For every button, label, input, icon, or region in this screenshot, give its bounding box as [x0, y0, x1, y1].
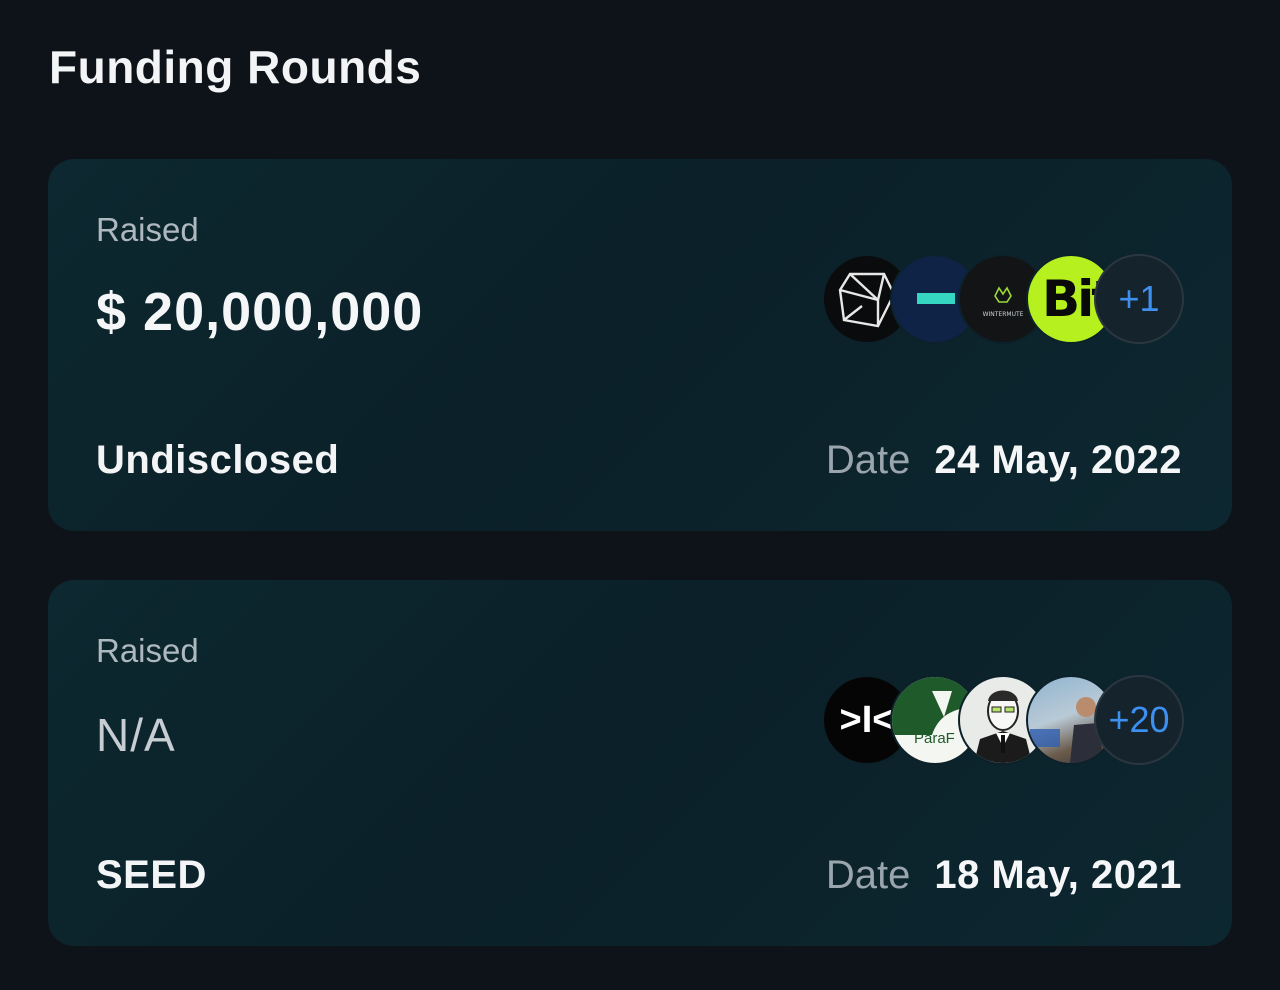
raised-label: Raised — [96, 211, 199, 248]
raised-amount: N/A — [96, 709, 176, 761]
date-label: Date — [825, 853, 911, 897]
wintermute-logo-text: WINTERMUTE — [983, 311, 1024, 318]
investor-avatar-group[interactable]: >I< ParaF +20 — [822, 675, 1184, 765]
date-value: 18 May, 2021 — [934, 853, 1182, 897]
page-title: Funding Rounds — [49, 41, 422, 93]
round-type: SEED — [96, 853, 207, 897]
paraf-logo-text: ParaF — [914, 730, 955, 747]
date-label: Date — [825, 438, 911, 482]
more-investors-badge[interactable]: +1 — [1094, 254, 1184, 344]
round-type: Undisclosed — [96, 438, 340, 482]
more-investors-badge[interactable]: +20 — [1094, 675, 1184, 765]
raised-amount: $ 20,000,000 — [96, 282, 424, 342]
raised-label: Raised — [96, 632, 199, 669]
date-value: 24 May, 2022 — [934, 438, 1182, 482]
funding-round-card[interactable]: Raised N/A >I< ParaF +20 SEED Date 18 Ma… — [48, 580, 1232, 946]
round-date: Date 18 May, 2021 — [826, 853, 1182, 898]
funding-round-card[interactable]: Raised $ 20,000,000 WINTERMUTE Bit +1 Un… — [48, 159, 1232, 531]
prompt-logo-text: >I< — [839, 698, 895, 741]
investor-avatar-group[interactable]: WINTERMUTE Bit +1 — [822, 254, 1184, 344]
round-date: Date 24 May, 2022 — [826, 438, 1182, 483]
